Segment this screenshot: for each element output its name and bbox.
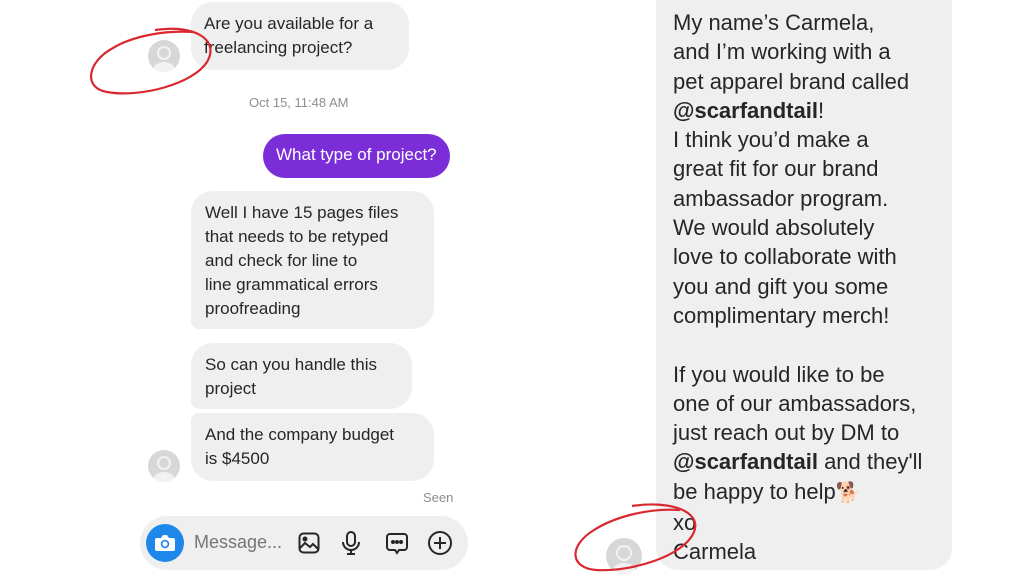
avatar-body-icon	[153, 472, 175, 482]
microphone-icon	[342, 531, 360, 555]
sticker-button[interactable]	[383, 529, 411, 557]
message-line: great fit for our brand	[673, 156, 879, 182]
message-composer	[140, 516, 468, 570]
sender-avatar[interactable]	[148, 40, 180, 72]
message-line: you and gift you some	[673, 273, 889, 299]
message-line: My name’s Carmela,	[673, 10, 875, 35]
received-message-2: Well I have 15 pages files that needs to…	[191, 191, 434, 329]
message-line: complimentary merch!	[673, 302, 890, 328]
message-line: Carmela	[673, 539, 757, 565]
avatar-body-icon	[612, 563, 636, 574]
message-line: love to collaborate with	[673, 244, 897, 270]
message-text: be happy to help	[673, 478, 836, 504]
message-line: and I’m working with a	[673, 39, 891, 65]
message-input[interactable]	[194, 532, 294, 553]
message-line: one of our ambassadors,	[673, 390, 917, 416]
message-line: be happy to help🐕	[673, 477, 936, 508]
sent-message: What type of project?	[263, 134, 450, 178]
punctuation: !	[817, 97, 825, 123]
seen-status: Seen	[423, 490, 454, 505]
received-long-message: My name’s Carmela, and I’m working with …	[656, 0, 952, 570]
message-line: pet apparel brand called	[673, 68, 910, 94]
message-line: If you would like to be	[673, 361, 885, 387]
message-line: I think you’d make a	[673, 127, 869, 153]
gallery-button[interactable]	[295, 529, 323, 557]
avatar-body-icon	[153, 62, 175, 72]
received-message-4: And the company budget is $4500	[191, 413, 434, 481]
brand-handle-mention[interactable]: @scarfandtail	[673, 98, 818, 123]
avatar-head-icon	[616, 545, 632, 561]
sender-avatar[interactable]	[148, 450, 180, 482]
brand-handle-mention[interactable]: @scarfandtail	[673, 449, 818, 474]
message-line: ambassador program.	[673, 185, 889, 211]
message-text: and they'll	[817, 449, 923, 475]
received-message-3: So can you handle this project	[191, 343, 412, 409]
camera-icon	[155, 535, 175, 551]
message-line: @scarfandtail and they'll	[673, 447, 936, 476]
sender-avatar[interactable]	[606, 538, 642, 574]
message-line: just reach out by DM to	[673, 420, 900, 446]
received-message-1: Are you available for a freelancing proj…	[191, 2, 409, 70]
message-line: @scarfandtail!	[673, 96, 936, 125]
image-icon	[298, 532, 320, 554]
avatar-head-icon	[157, 46, 171, 60]
plus-circle-icon	[428, 531, 452, 555]
message-line: We would absolutely	[673, 215, 875, 241]
more-options-button[interactable]	[426, 529, 454, 557]
camera-button[interactable]	[146, 524, 184, 562]
dog-emoji-icon: 🐕	[835, 481, 861, 504]
voice-button[interactable]	[337, 529, 365, 557]
message-line: xo	[673, 510, 697, 536]
chat-bubble-icon	[386, 533, 408, 555]
message-timestamp: Oct 15, 11:48 AM	[249, 95, 349, 110]
avatar-head-icon	[157, 456, 171, 470]
